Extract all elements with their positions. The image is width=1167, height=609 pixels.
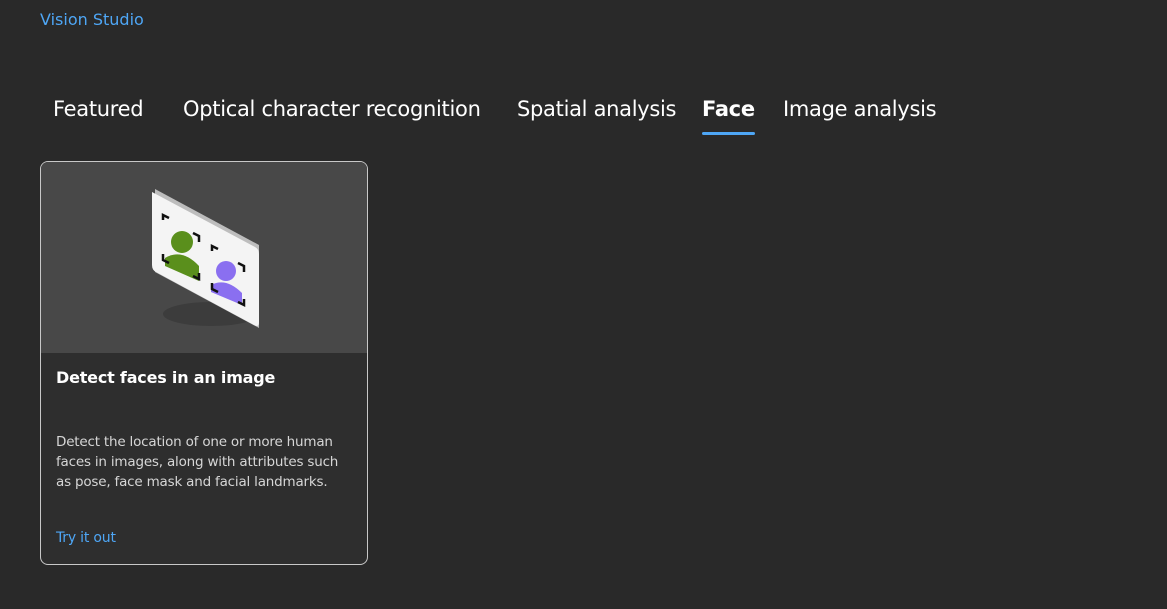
card-title: Detect faces in an image [56, 368, 276, 387]
app-title-link[interactable]: Vision Studio [40, 10, 144, 29]
category-tabs: Featured Optical character recognition S… [40, 94, 1140, 138]
page: Vision Studio Featured Optical character… [0, 0, 1167, 609]
tab-spatial-analysis[interactable]: Spatial analysis [517, 94, 677, 138]
card-description: Detect the location of one or more human… [56, 434, 339, 490]
tab-optical-character-recognition[interactable]: Optical character recognition [183, 94, 481, 138]
face-detection-illustration-icon [152, 189, 259, 328]
detect-faces-card[interactable]: Detect faces in an image Detect the loca… [40, 161, 368, 565]
try-it-out-link[interactable]: Try it out [56, 530, 116, 546]
tab-face[interactable]: Face [702, 94, 755, 138]
tab-featured[interactable]: Featured [53, 94, 144, 138]
card-hero-image [41, 162, 367, 353]
tab-image-analysis[interactable]: Image analysis [783, 94, 937, 138]
